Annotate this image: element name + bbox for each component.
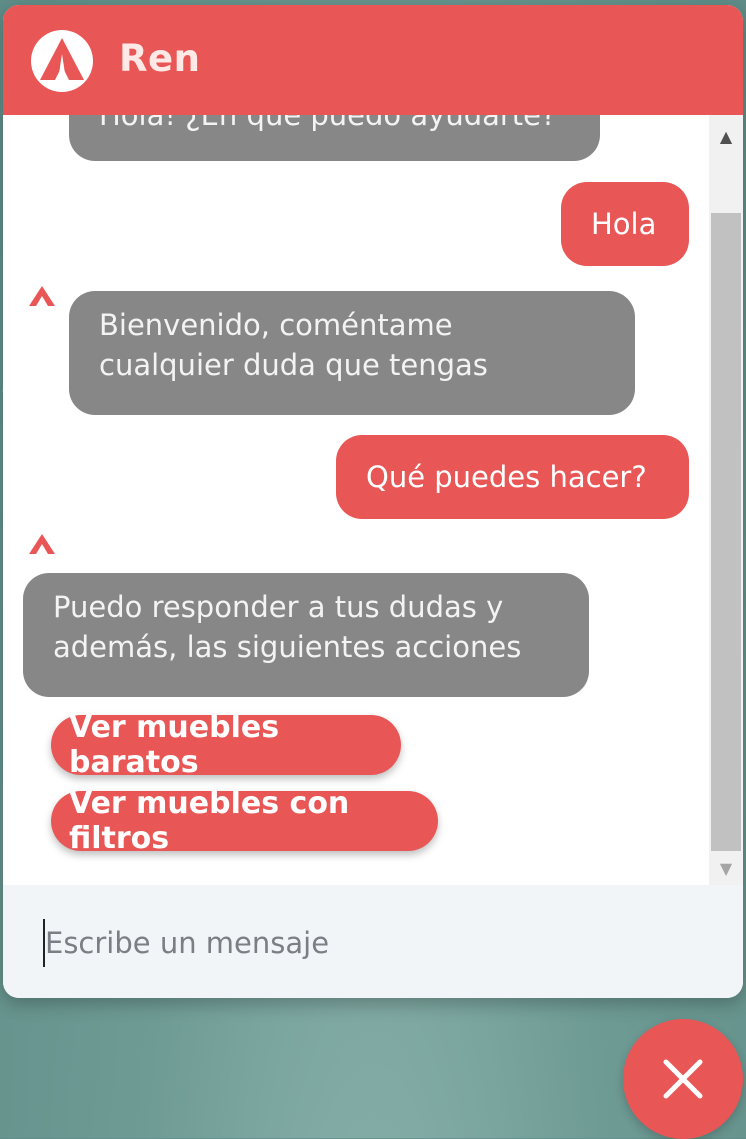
message-text-line: además, las siguientes acciones (53, 630, 522, 664)
bot-message: Hola! ¿En qué puedo ayudarte? (69, 115, 600, 161)
user-message: Qué puedes hacer? (336, 435, 689, 519)
chat-widget: Ren Hola! ¿En qué puedo ayudarte? Hola B… (3, 5, 743, 998)
action-label: Ver muebles baratos (69, 710, 280, 780)
user-message: Hola (561, 182, 689, 266)
scroll-up-arrow-icon[interactable]: ▲ (709, 119, 743, 153)
scroll-thumb[interactable] (711, 213, 741, 851)
action-button-cheap-furniture[interactable]: Ver muebles baratos (51, 710, 401, 780)
bot-avatar-icon (29, 286, 55, 306)
message-list[interactable]: Hola! ¿En qué puedo ayudarte? Hola Bienv… (3, 115, 709, 885)
message-text: Hola (591, 207, 657, 241)
message-text-line: Puedo responder a tus dudas y (53, 590, 504, 624)
message-text-line: Bienvenido, coméntame (99, 308, 453, 342)
chat-title: Ren (119, 37, 201, 80)
tent-logo-icon (31, 30, 93, 92)
action-button-filtered-furniture[interactable]: Ver muebles con filtros (51, 786, 438, 856)
message-text-line: cualquier duda que tengas (99, 348, 488, 382)
bot-message: Puedo responder a tus dudas y además, la… (23, 573, 589, 697)
bot-message: Bienvenido, coméntame cualquier duda que… (69, 291, 635, 415)
message-composer (3, 885, 743, 998)
message-text: Hola! ¿En qué puedo ayudarte? (99, 115, 557, 132)
scrollbar[interactable]: ▲ ▼ (709, 115, 743, 885)
scroll-down-arrow-icon[interactable]: ▼ (709, 851, 743, 885)
close-icon (663, 1059, 703, 1099)
message-text: Qué puedes hacer? (366, 460, 647, 494)
message-input[interactable] (43, 919, 697, 967)
close-chat-button[interactable] (623, 1019, 743, 1139)
chat-header: Ren (3, 5, 743, 115)
action-label: Ver muebles con filtros (69, 786, 350, 856)
bot-avatar-icon (29, 534, 55, 554)
